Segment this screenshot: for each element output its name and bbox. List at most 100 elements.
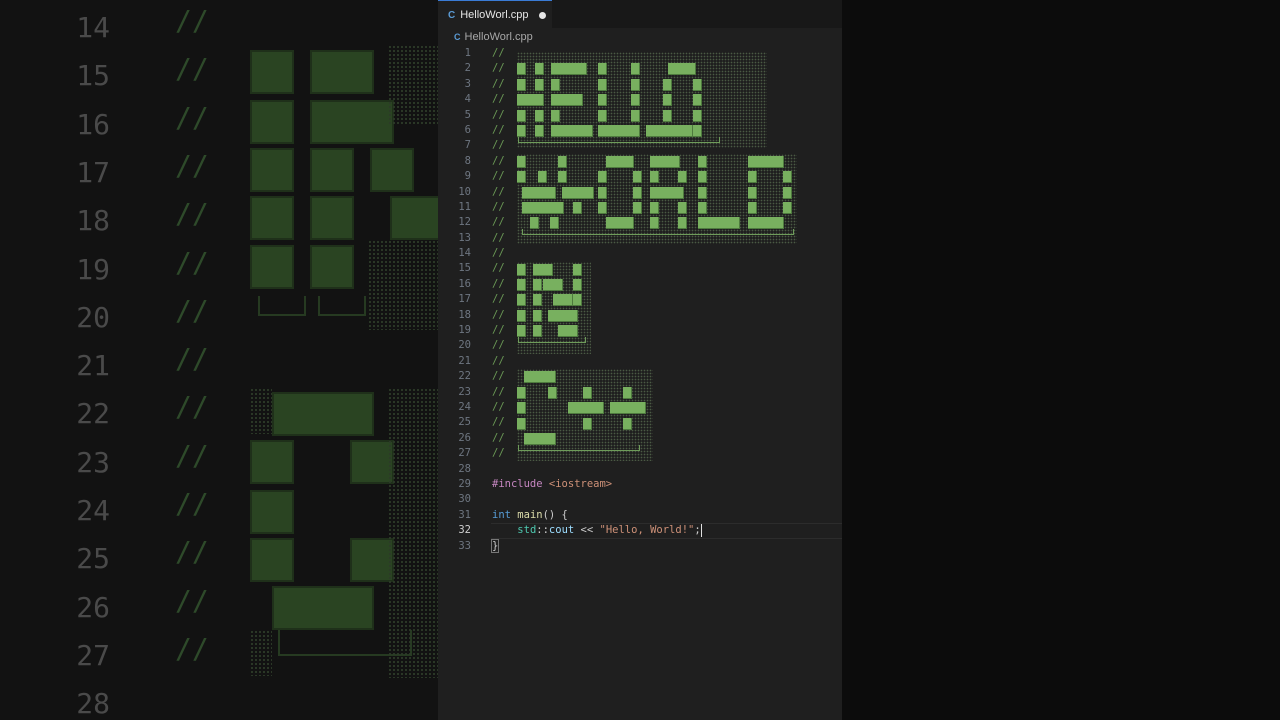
line-number: 25 [458,416,471,429]
bg-comment: // [175,52,209,86]
bg-comment: // [175,342,209,376]
code-line: 33} [438,538,842,554]
namespace-token: std [517,524,537,537]
bg-line-number: 23 [76,445,110,479]
comment-token: // [492,324,505,337]
line-text: // [492,292,505,307]
comment-token: // [492,62,505,75]
line-text: #include <iostream> [492,477,612,492]
ascii-art-block [598,63,607,76]
bg-line-number: 27 [76,638,110,672]
comment-token: // [492,339,505,352]
ascii-art-block [693,94,702,107]
breadcrumb: C HelloWorl.cpp [438,28,842,46]
comment-token: // [492,308,505,321]
unsaved-dot-icon[interactable] [538,11,546,19]
bg-line-number: 18 [76,204,110,238]
ascii-art-block [517,94,544,107]
bg-art-block [272,586,374,630]
ascii-art-block [522,202,564,214]
line-number: 15 [458,262,471,275]
function-signature: () { [542,508,568,521]
ascii-art-block [568,402,604,415]
ascii-art-frame [518,445,640,451]
background-right [842,0,1280,720]
bg-art-shade [250,630,272,676]
ascii-art-block [543,279,563,291]
comment-token: // [492,370,505,383]
bg-art-block [310,245,354,289]
bg-comment: // [175,390,209,424]
line-number: 31 [458,508,471,521]
bg-comment: // [175,438,209,472]
ascii-art-block [535,78,544,91]
ascii-art-block [748,186,757,199]
ascii-art-block [550,217,559,230]
line-number: 4 [464,93,471,106]
bg-line-number: 22 [76,397,110,431]
line-text: // [492,261,505,276]
tab-filename: HelloWorl.cpp [460,9,529,21]
bg-line-number: 28 [76,687,110,720]
comment-token: // [492,354,505,367]
bg-comment: // [175,4,209,37]
line-text: } [490,538,500,554]
comment-token: // [492,293,505,306]
ascii-art-block [538,171,547,184]
line-text: // [492,369,505,384]
comment-token: // [492,123,505,136]
ascii-art-block [524,433,556,445]
bg-art-block [310,100,394,144]
bg-art-block [250,440,294,484]
ascii-art-block [533,325,542,338]
ascii-art-block [558,171,567,184]
ascii-art-block [606,217,634,230]
text-cursor [700,523,702,537]
bg-comment: // [175,535,209,569]
ascii-art-block [517,417,526,430]
ascii-art-block [748,171,757,184]
ascii-art-block [535,63,544,76]
background-zoom-left: 14 // 15 // 16 // 17 // 18 // 19 // 20 // 21 // 22 // 23 //… [0,0,438,720]
bg-line-number: 24 [76,494,110,527]
line-text: // [492,385,505,400]
ascii-art-block [517,402,526,415]
line-text: std::cout << "Hello, World!"; [492,523,702,538]
comment-token: // [492,231,505,244]
line-number: 28 [458,462,471,475]
ascii-art-block [693,109,702,122]
bg-art-block [250,100,294,144]
ascii-art-frame [518,337,586,344]
comment-token: // [492,154,505,167]
ascii-art-block [517,78,526,91]
ascii-art-block [598,125,640,137]
ascii-art-block [573,263,582,276]
line-text: // [492,277,505,292]
ascii-art-block [666,125,693,137]
ascii-art-block [517,109,526,122]
ascii-art-block [551,94,583,107]
code-line: 18 // [438,308,842,323]
line-text: // [492,338,505,353]
ascii-art-frame [518,137,720,143]
line-text: // [492,123,505,138]
ascii-art-block [517,386,526,399]
line-number: 16 [458,277,471,290]
ascii-art-block [650,217,659,230]
line-text: // [492,446,505,461]
breadcrumb-filename[interactable]: HelloWorl.cpp [465,31,533,43]
line-text: // [492,431,505,446]
line-number: 23 [458,385,471,398]
ascii-art-block [517,279,526,291]
ascii-art-block [533,294,542,307]
bg-line-number: 25 [76,542,110,576]
comment-token: // [492,139,505,152]
tab-helloworl-cpp[interactable]: C HelloWorl.cpp [438,0,552,29]
ascii-art-block [598,171,607,184]
closing-brace: } [490,538,500,553]
line-number: 33 [458,539,471,552]
line-text: // [492,215,505,230]
ascii-art-block [530,217,539,230]
scope-operator: :: [536,524,549,537]
line-text: // [492,415,505,430]
